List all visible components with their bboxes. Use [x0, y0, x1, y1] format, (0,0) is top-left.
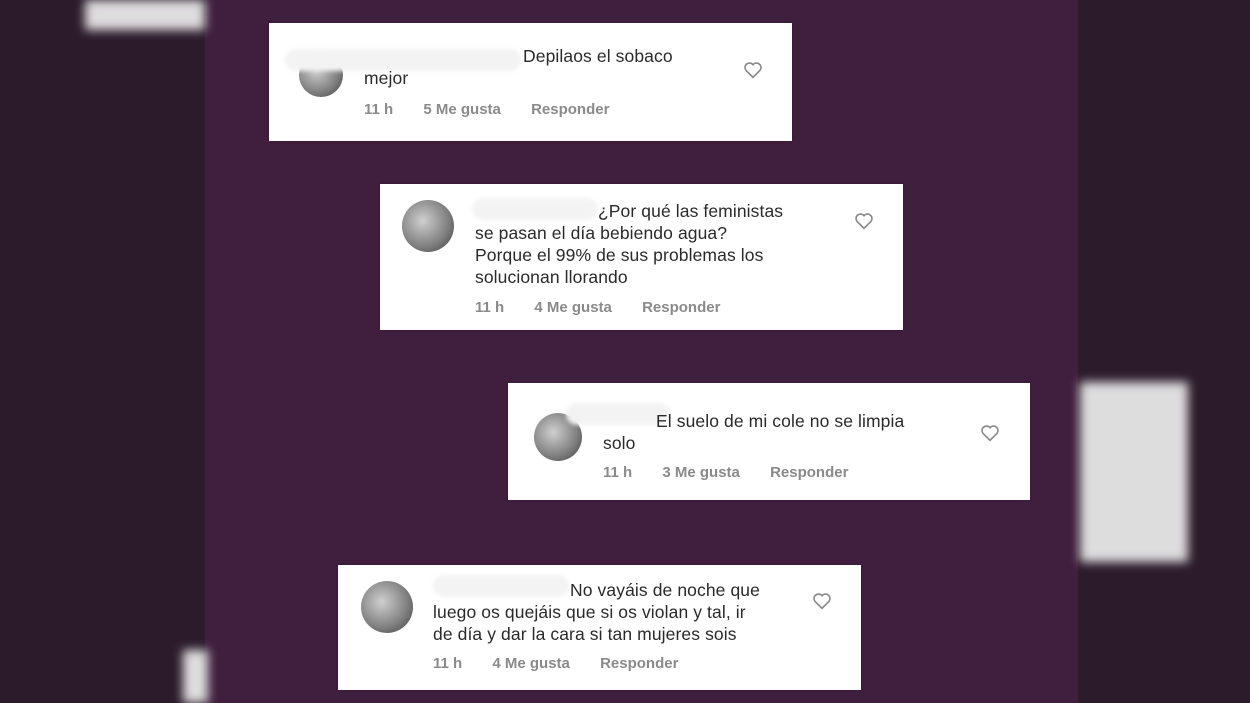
- comment-card-2: ¿Por qué las feministas se pasan el día …: [380, 184, 903, 330]
- comment-text: se pasan el día bebiendo agua?: [475, 223, 728, 243]
- comment-text: mejor: [364, 68, 409, 88]
- comment-card-4: No vayáis de noche que luego os quejáis …: [338, 565, 861, 690]
- like-count-button[interactable]: 5 Me gusta: [423, 101, 501, 118]
- heart-icon[interactable]: [980, 424, 1000, 442]
- comment-text: El suelo de mi cole no se limpia: [656, 411, 905, 431]
- comment-meta: 11 h 4 Me gusta Responder: [475, 299, 746, 316]
- comment-text: luego os quejáis que si os violan y tal,…: [433, 602, 746, 622]
- comment-text: No vayáis de noche que: [570, 580, 760, 600]
- comment-text: de día y dar la cara si tan mujeres sois: [433, 624, 737, 644]
- heart-icon[interactable]: [812, 592, 832, 610]
- blurred-card-right: [1080, 382, 1188, 562]
- like-count-button[interactable]: 4 Me gusta: [492, 655, 570, 672]
- comment-meta: 11 h 3 Me gusta Responder: [603, 464, 874, 481]
- comment-text: Porque el 99% de sus problemas los: [475, 245, 764, 265]
- redacted-username: [433, 575, 569, 597]
- comment-meta: 11 h 4 Me gusta Responder: [433, 655, 704, 672]
- comment-text: Depilaos el sobaco: [523, 46, 673, 66]
- redacted-username: [472, 198, 598, 220]
- like-count-button[interactable]: 3 Me gusta: [662, 464, 740, 481]
- comment-text: solucionan llorando: [475, 267, 628, 287]
- comment-text: solo: [603, 433, 636, 453]
- reply-button[interactable]: Responder: [642, 299, 720, 316]
- avatar[interactable]: [402, 200, 454, 252]
- timestamp: 11 h: [603, 464, 633, 481]
- avatar[interactable]: [361, 581, 413, 633]
- comment-card-3: El suelo de mi cole no se limpia solo 11…: [508, 383, 1030, 500]
- heart-icon[interactable]: [743, 61, 763, 79]
- like-count-button[interactable]: 4 Me gusta: [534, 299, 612, 316]
- comment-card-1: Depilaos el sobaco mejor 11 h 5 Me gusta…: [269, 23, 792, 141]
- heart-icon[interactable]: [854, 212, 874, 230]
- blurred-card-top-left: [85, 0, 205, 30]
- timestamp: 11 h: [433, 655, 463, 672]
- timestamp: 11 h: [475, 299, 505, 316]
- reply-button[interactable]: Responder: [770, 464, 848, 481]
- comment-text: ¿Por qué las feministas: [598, 201, 784, 221]
- reply-button[interactable]: Responder: [531, 101, 609, 118]
- redacted-username: [566, 403, 670, 425]
- timestamp: 11 h: [364, 101, 394, 118]
- blurred-card-bottom-left: [183, 650, 208, 703]
- reply-button[interactable]: Responder: [600, 655, 678, 672]
- comment-meta: 11 h 5 Me gusta Responder: [364, 101, 635, 118]
